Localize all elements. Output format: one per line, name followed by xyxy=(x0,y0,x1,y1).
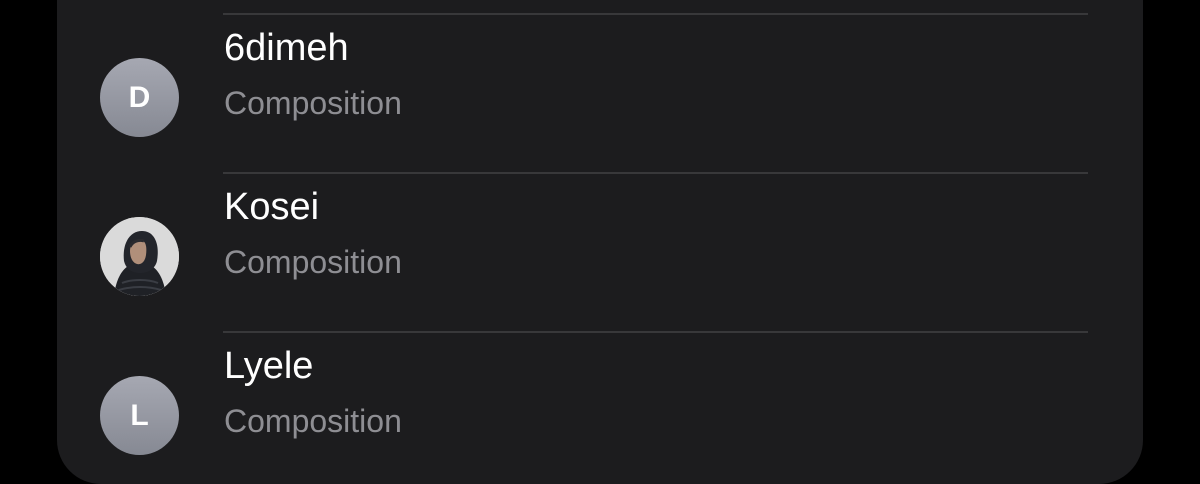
contact-name: 6dimeh xyxy=(224,27,349,69)
avatar-initial: D xyxy=(128,80,151,114)
avatar: D xyxy=(100,58,179,137)
contact-row-6dimeh[interactable]: D 6dimeh Composition xyxy=(57,15,1143,174)
person-hooded-jacket-icon xyxy=(100,217,179,296)
avatar-initial: L xyxy=(130,398,149,432)
contact-subtitle: Composition xyxy=(224,403,402,439)
avatar-photo xyxy=(100,217,179,296)
contact-subtitle: Composition xyxy=(224,244,402,280)
contact-row-lyele[interactable]: L Lyele Composition xyxy=(57,333,1143,484)
contact-name: Kosei xyxy=(224,186,320,228)
avatar: L xyxy=(100,376,179,455)
contact-subtitle: Composition xyxy=(224,85,402,121)
contact-name: Lyele xyxy=(224,345,314,387)
contact-list-card: D 6dimeh Composition Kosei Composition L… xyxy=(57,0,1143,484)
contact-row-kosei[interactable]: Kosei Composition xyxy=(57,174,1143,333)
